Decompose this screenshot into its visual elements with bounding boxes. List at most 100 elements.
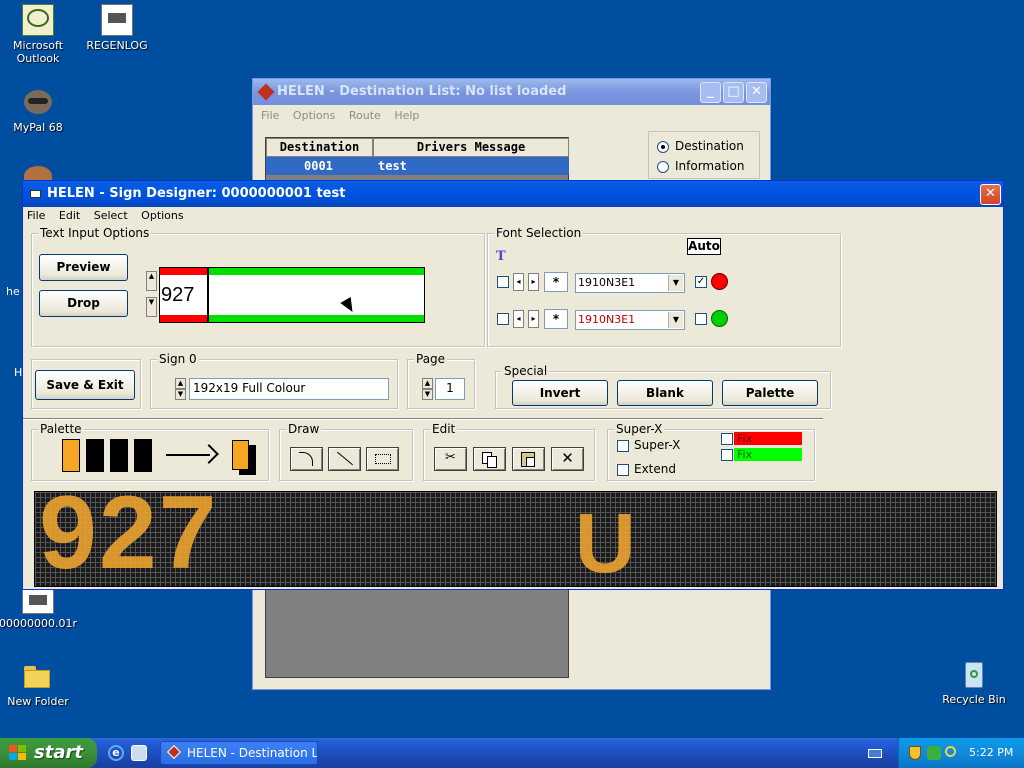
menu-help[interactable]: Help	[394, 109, 419, 122]
palette-swatch-orange[interactable]	[62, 439, 80, 472]
network-icon[interactable]	[927, 746, 941, 760]
desktop-icon-file[interactable]: 00000000.01r	[0, 588, 78, 630]
special-group: Special Invert Blank Palette	[495, 364, 831, 409]
menu-route[interactable]: Route	[349, 109, 381, 122]
edit-group: Edit ✂ ✕	[423, 422, 595, 481]
taskbar-task-helen[interactable]: HELEN - Destination L...	[160, 741, 318, 765]
palette-swatch-black[interactable]	[134, 439, 152, 472]
font-row2-size[interactable]: *	[544, 309, 568, 329]
taskbar: start e HELEN - Destination L... 5:22 PM	[0, 738, 1024, 768]
rectangle-tool[interactable]	[366, 447, 399, 471]
text-spin-up[interactable]: ▲	[146, 271, 157, 291]
menu-file[interactable]: File	[261, 109, 279, 122]
table-header-message[interactable]: Drivers Message	[373, 138, 569, 157]
font-row2-right-arrow[interactable]: ▸	[528, 310, 539, 328]
font-row1-auto-checkbox[interactable]: ✓	[695, 276, 707, 288]
menu-options[interactable]: Options	[293, 109, 335, 122]
superx-checkbox[interactable]	[617, 440, 629, 452]
paste-button[interactable]	[512, 447, 545, 471]
preview-button[interactable]: Preview	[39, 254, 128, 281]
strip-divider	[207, 268, 209, 322]
sign-spin-up[interactable]: ▲	[175, 378, 186, 389]
text-spin-down[interactable]: ▼	[146, 297, 157, 317]
close-button[interactable]: ✕	[746, 82, 767, 103]
font-row2-checkbox[interactable]	[497, 313, 509, 325]
sign-spin-down[interactable]: ▼	[175, 389, 186, 400]
font-row2-color-dot[interactable]	[711, 310, 728, 327]
draw-group: Draw	[279, 422, 413, 481]
page-field[interactable]: 1	[435, 378, 465, 400]
strip-top-red	[160, 268, 208, 275]
destination-list-titlebar[interactable]: HELEN - Destination List: No list loaded	[253, 79, 770, 105]
desktop-icon-outlook[interactable]: Microsoft Outlook	[0, 4, 78, 65]
raccoon-icon	[22, 86, 54, 118]
keyboard-icon[interactable]	[868, 749, 882, 758]
blank-button[interactable]: Blank	[617, 380, 713, 406]
menu-file[interactable]: File	[27, 209, 45, 222]
fix-green-label: Fix	[734, 448, 802, 461]
sign-designer-titlebar[interactable]: HELEN - Sign Designer: 0000000001 test	[23, 181, 1003, 207]
search-icon[interactable]	[945, 746, 956, 757]
close-button[interactable]: ✕	[980, 184, 1001, 205]
font-row1-color-dot[interactable]	[711, 273, 728, 290]
paste-icon-sheet	[526, 457, 535, 467]
menu-select[interactable]: Select	[94, 209, 128, 222]
font-row1-left-arrow[interactable]: ◂	[513, 273, 524, 291]
start-button[interactable]: start	[0, 738, 97, 768]
minimize-button[interactable]: _	[700, 82, 721, 103]
extend-checkbox[interactable]	[617, 464, 629, 476]
current-colour-swatch[interactable]	[232, 440, 249, 470]
freehand-tool[interactable]	[290, 447, 323, 471]
sign-field[interactable]: 192x19 Full Colour	[189, 378, 389, 400]
outlook-icon	[22, 4, 54, 36]
drop-button[interactable]: Drop	[39, 290, 128, 317]
menu-options[interactable]: Options	[141, 209, 183, 222]
security-shield-icon[interactable]	[909, 746, 921, 760]
font-row1-select[interactable]: 1910N3E1 ▼	[575, 273, 685, 293]
text-input-field[interactable]	[161, 277, 205, 313]
palette-swatch-black[interactable]	[110, 439, 128, 472]
maximize-button[interactable]: □	[723, 82, 744, 103]
group-label: Special	[502, 364, 550, 378]
font-row2-auto-checkbox[interactable]	[695, 313, 707, 325]
delete-button[interactable]: ✕	[551, 447, 584, 471]
table-header-destination[interactable]: Destination	[266, 138, 373, 157]
copy-button[interactable]	[473, 447, 506, 471]
desktop-icon-regenlog[interactable]: REGENLOG	[77, 4, 157, 52]
text-preview-strip	[159, 267, 425, 323]
quicklaunch-desktop-icon[interactable]	[131, 745, 147, 761]
superx-label: Super-X	[634, 438, 681, 452]
led-display[interactable]: 927 U	[34, 491, 997, 587]
invert-button[interactable]: Invert	[512, 380, 608, 406]
fix-red-checkbox[interactable]	[721, 433, 733, 445]
page-spin-up[interactable]: ▲	[422, 378, 433, 389]
palette-swatch-black[interactable]	[86, 439, 104, 472]
quicklaunch-ie-icon[interactable]: e	[108, 745, 124, 761]
cut-button[interactable]: ✂	[434, 447, 467, 471]
desktop-icon-new-folder[interactable]: New Folder	[0, 660, 78, 708]
font-row2-select[interactable]: 1910N3E1 ▼	[575, 310, 685, 330]
group-label: Edit	[430, 422, 458, 436]
document-icon	[22, 588, 54, 614]
font-row1-size[interactable]: *	[544, 272, 568, 292]
menu-edit[interactable]: Edit	[59, 209, 80, 222]
chevron-down-icon[interactable]: ▼	[668, 275, 683, 291]
font-row1-right-arrow[interactable]: ▸	[528, 273, 539, 291]
fix-green-checkbox[interactable]	[721, 449, 733, 461]
font-row1-checkbox[interactable]	[497, 276, 509, 288]
chevron-down-icon[interactable]: ▼	[668, 312, 683, 328]
strip-bottom-green	[208, 315, 424, 322]
folder-icon	[22, 660, 54, 692]
radio-destination[interactable]	[657, 141, 669, 153]
desktop-icon-mypal[interactable]: MyPal 68	[0, 86, 78, 134]
radio-information[interactable]	[657, 161, 669, 173]
font-row2-left-arrow[interactable]: ◂	[513, 310, 524, 328]
desktop-icon-recycle-bin[interactable]: Recycle Bin	[934, 658, 1014, 706]
line-tool[interactable]	[328, 447, 361, 471]
page-spin-down[interactable]: ▼	[422, 389, 433, 400]
row-message: test	[378, 159, 407, 173]
group-label: Text Input Options	[38, 226, 152, 240]
palette-button[interactable]: Palette	[722, 380, 818, 406]
save-exit-button[interactable]: Save & Exit	[35, 370, 135, 400]
table-row[interactable]: 0001 test	[266, 157, 569, 175]
